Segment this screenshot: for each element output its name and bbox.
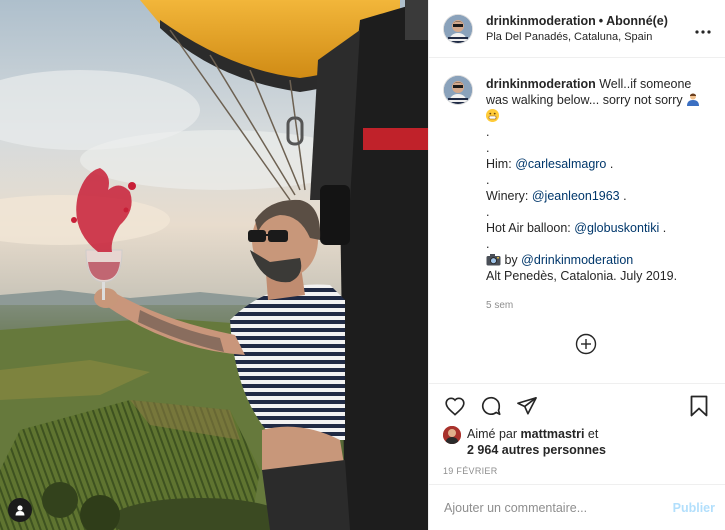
trailing-dot: . [609, 157, 614, 171]
publish-button[interactable]: Publier [673, 501, 715, 515]
person-emoji-icon [687, 93, 700, 106]
mention-drinkinmoderation[interactable]: @drinkinmoderation [521, 253, 633, 267]
comment-icon[interactable] [479, 394, 503, 418]
more-options-icon[interactable] [691, 21, 715, 37]
comment-form: Publier [429, 484, 725, 530]
caption-text: drinkinmoderation Well..if someone was w… [486, 76, 711, 314]
action-icons-row [443, 384, 711, 428]
post-actions: Aimé par mattmastri et 2 964 autres pers… [429, 383, 725, 476]
heart-icon[interactable] [443, 394, 467, 418]
location-link[interactable]: Pla Del Panadés, Cataluna, Spain [486, 29, 691, 45]
mention-jeanleon1963[interactable]: @jeanleon1963 [532, 189, 620, 203]
comment-input[interactable] [444, 500, 673, 515]
author-avatar[interactable] [444, 14, 472, 43]
mention-carlesalmagro[interactable]: @carlesalmagro [515, 157, 606, 171]
likes-conjunction: et [587, 427, 599, 441]
header-text: drinkinmoderation • Abonné(e) Pla Del Pana… [486, 13, 691, 45]
post-side-panel: drinkinmoderation • Abonné(e) Pla Del Pana… [428, 0, 725, 530]
likes-summary: Aimé par mattmastri et 2 964 autres pers… [443, 426, 711, 458]
post-header: drinkinmoderation • Abonné(e) Pla Del Pana… [429, 0, 725, 58]
trailing-dot: . [662, 221, 667, 235]
camera-emoji-icon [486, 254, 501, 266]
him-label: Him: [486, 157, 512, 171]
share-icon[interactable] [515, 394, 539, 418]
mention-globuskontiki[interactable]: @globuskontiki [574, 221, 659, 235]
caption-author-avatar[interactable] [444, 76, 472, 104]
liker-avatar[interactable] [443, 426, 461, 444]
bookmark-icon[interactable] [687, 394, 711, 418]
caption-photo-by-line: by @drinkinmoderation [486, 252, 711, 268]
post-photo[interactable] [0, 0, 428, 530]
caption-him-line: Him: @carlesalmagro . [486, 156, 711, 172]
caption-dot: . [486, 237, 490, 251]
caption-dot: . [486, 173, 490, 187]
balloon-wine-photo [0, 0, 428, 530]
load-more-comments-icon[interactable] [575, 333, 597, 355]
post-date[interactable]: 19 FÉVRIER [443, 466, 711, 476]
header-separator: • [598, 13, 604, 28]
caption-dot: . [486, 205, 490, 219]
caption-username[interactable]: drinkinmoderation [486, 77, 596, 91]
likes-text: Aimé par mattmastri et 2 964 autres pers… [467, 426, 606, 458]
trailing-dot: . [623, 189, 627, 203]
header-username[interactable]: drinkinmoderation [486, 14, 596, 28]
photo-by-label: by [504, 253, 518, 267]
likes-prefix: Aimé par [467, 427, 518, 441]
caption-place-line: Alt Penedès, Catalonia. July 2019. [486, 269, 678, 283]
comments-section: drinkinmoderation Well..if someone was w… [429, 58, 725, 383]
winery-label: Winery: [486, 189, 529, 203]
caption-balloon-line: Hot Air balloon: @globuskontiki . [486, 220, 711, 236]
liker-username[interactable]: mattmastri [521, 427, 585, 441]
caption-winery-line: Winery: @jeanleon1963 . [486, 188, 711, 204]
caption: drinkinmoderation Well..if someone was w… [444, 76, 711, 314]
caption-dot: . [486, 125, 490, 139]
likes-others-count[interactable]: 2 964 autres personnes [467, 443, 606, 457]
caption-timestamp[interactable]: 5 sem [486, 298, 711, 314]
follow-status[interactable]: Abonné(e) [606, 14, 668, 28]
caption-dot: . [486, 141, 490, 155]
user-tag-icon[interactable] [8, 498, 32, 522]
grin-emoji-icon [486, 109, 499, 122]
balloon-label: Hot Air balloon: [486, 221, 571, 235]
